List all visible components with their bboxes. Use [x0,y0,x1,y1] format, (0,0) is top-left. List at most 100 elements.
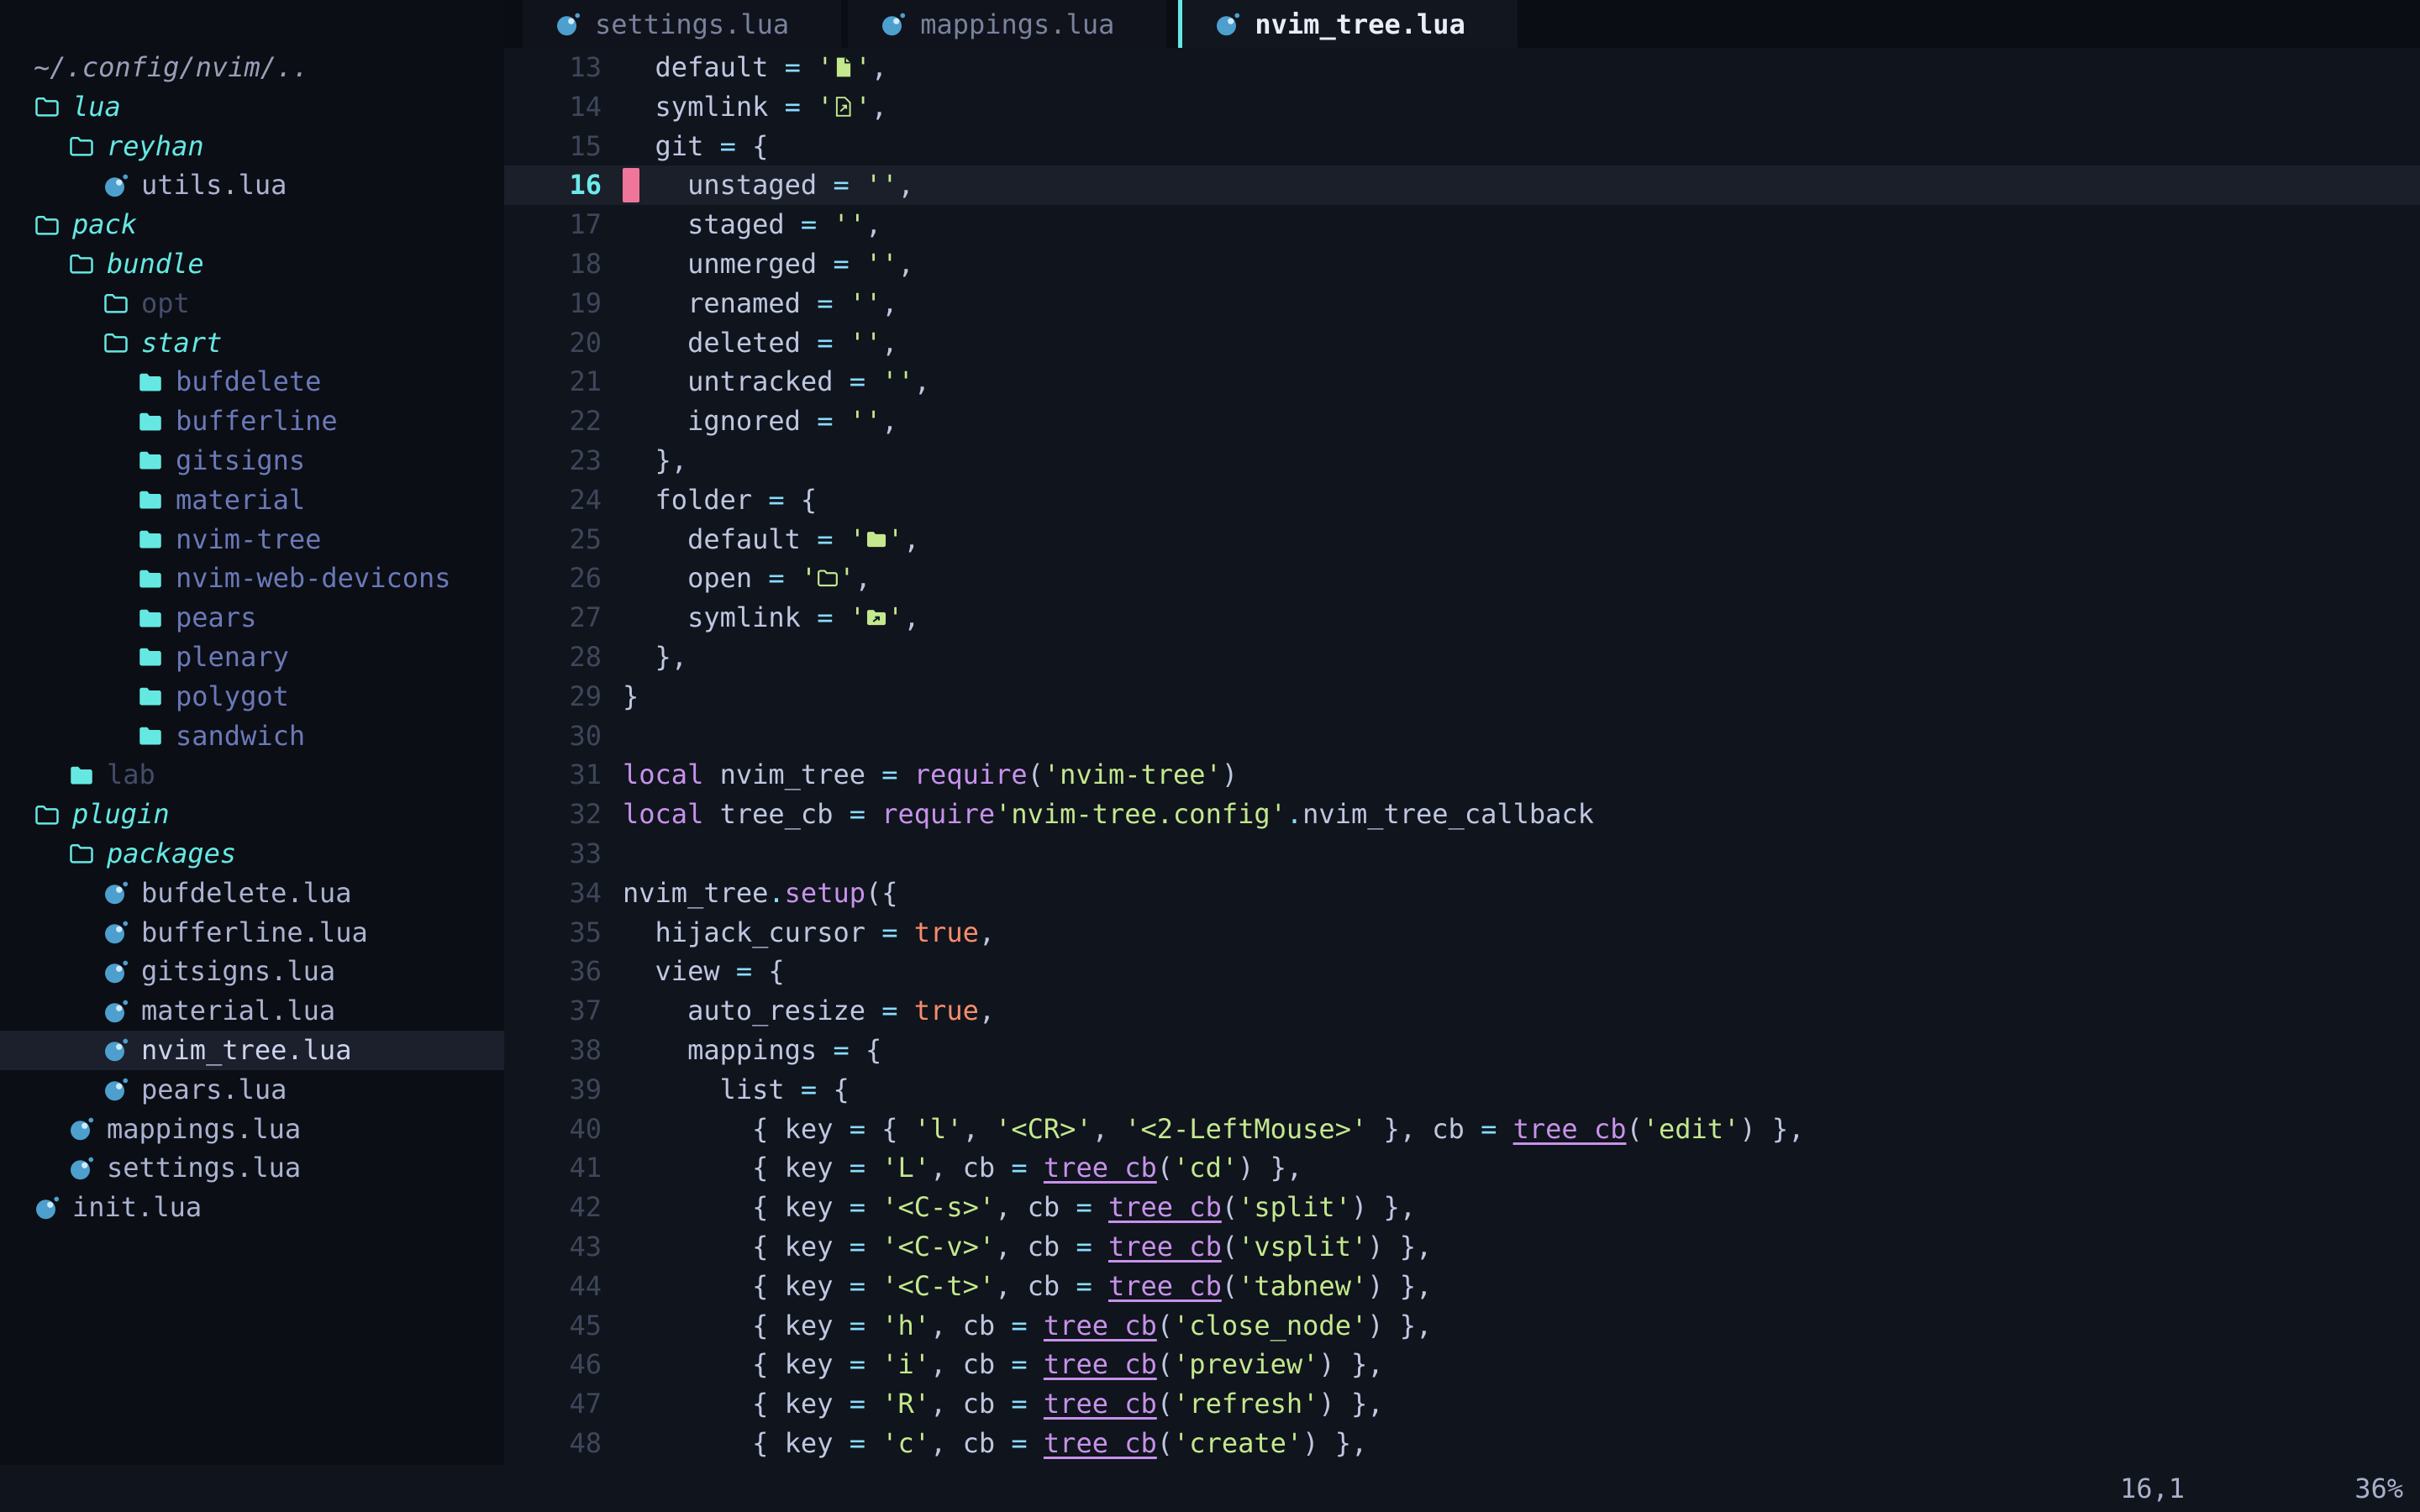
code-line-27[interactable]: 27 symlink = '', [504,598,2420,638]
code-line-24[interactable]: 24 folder = { [504,480,2420,520]
tree-item-start[interactable]: start [0,323,504,363]
line-number: 48 [504,1424,602,1463]
code-line-28[interactable]: 28 }, [504,638,2420,677]
code-line-14[interactable]: 14 symlink = '', [504,87,2420,127]
tab-nvim_tree.lua[interactable]: nvim_tree.lua [1182,0,1517,48]
code-line-30[interactable]: 30 [504,717,2420,756]
code-line-15[interactable]: 15 git = { [504,127,2420,166]
tree-item-utils.lua[interactable]: utils.lua [0,165,504,205]
code-line-19[interactable]: 19 renamed = '', [504,284,2420,323]
tree-item-lab[interactable]: lab [0,755,504,795]
tree-item-.confignvim..[interactable]: ~/.config/nvim/.. [0,48,504,87]
code-line-22[interactable]: 22 ignored = '', [504,402,2420,441]
tree-item-label: start [141,323,222,363]
tree-item-label: lab [107,755,155,795]
tree-item-reyhan[interactable]: reyhan [0,127,504,166]
tree-item-plugin[interactable]: plugin [0,795,504,834]
lua-icon [103,998,129,1025]
code-text: { key = 'L', cb = tree_cb('cd') }, [623,1148,1302,1188]
tree-item-label: packages [107,834,236,874]
code-line-46[interactable]: 46 { key = 'i', cb = tree_cb('preview') … [504,1345,2420,1384]
lua-icon [68,1116,95,1142]
code-line-33[interactable]: 33 [504,834,2420,874]
tree-item-opt[interactable]: opt [0,284,504,323]
code-line-31[interactable]: 31 local nvim_tree = require('nvim-tree') [504,755,2420,795]
tree-item-plenary[interactable]: plenary [0,638,504,677]
tree-item-bufferline.lua[interactable]: bufferline.lua [0,913,504,953]
tree-item-pack[interactable]: pack [0,205,504,244]
tree-item-material[interactable]: material [0,480,504,520]
line-number: 31 [504,755,602,795]
code-line-20[interactable]: 20 deleted = '', [504,323,2420,363]
folder-open-icon [34,93,60,120]
code-buffer[interactable]: 13 default = '',14 symlink = '',15 git =… [504,48,2420,1465]
file-icon [833,55,855,80]
code-line-40[interactable]: 40 { key = { 'l', '<CR>', '<2-LeftMouse>… [504,1110,2420,1149]
tab-settings.lua[interactable]: settings.lua [523,0,841,48]
code-line-42[interactable]: 42 { key = '<C-s>', cb = tree_cb('split'… [504,1188,2420,1227]
tree-item-material.lua[interactable]: material.lua [0,991,504,1031]
code-line-23[interactable]: 23 }, [504,441,2420,480]
code-line-17[interactable]: 17 staged = '', [504,205,2420,244]
tree-item-bufdelete.lua[interactable]: bufdelete.lua [0,874,504,913]
line-number: 18 [504,244,602,284]
code-line-45[interactable]: 45 { key = 'h', cb = tree_cb('close_node… [504,1306,2420,1346]
tree-item-label: bufferline [176,402,338,441]
tree-item-lua[interactable]: lua [0,87,504,127]
code-line-39[interactable]: 39 list = { [504,1070,2420,1110]
tree-item-mappings.lua[interactable]: mappings.lua [0,1110,504,1149]
tree-item-packages[interactable]: packages [0,834,504,874]
code-text: { key = 'i', cb = tree_cb('preview') }, [623,1345,1383,1384]
scroll-percent: 36% [2354,1465,2403,1512]
tree-item-label: material [176,480,305,520]
code-text: local nvim_tree = require('nvim-tree') [623,755,1238,795]
code-line-36[interactable]: 36 view = { [504,952,2420,991]
tree-item-polygot[interactable]: polygot [0,677,504,717]
folder-closed-icon [137,722,164,749]
tree-item-gitsigns.lua[interactable]: gitsigns.lua [0,952,504,991]
code-line-48[interactable]: 48 { key = 'c', cb = tree_cb('create') }… [504,1424,2420,1463]
tab-label: mappings.lua [920,8,1114,40]
code-line-29[interactable]: 29} [504,677,2420,717]
code-line-43[interactable]: 43 { key = '<C-v>', cb = tree_cb('vsplit… [504,1227,2420,1267]
tree-item-bufferline[interactable]: bufferline [0,402,504,441]
tree-item-pears[interactable]: pears [0,598,504,638]
tree-item-bufdelete[interactable]: bufdelete [0,362,504,402]
folder-closed-icon [137,605,164,632]
code-line-13[interactable]: 13 default = '', [504,48,2420,87]
code-line-25[interactable]: 25 default = '', [504,520,2420,559]
tree-item-nvim-web-devicons[interactable]: nvim-web-devicons [0,559,504,598]
ruler-bar: 16,1 36% [0,1465,2420,1512]
code-line-21[interactable]: 21 untracked = '', [504,362,2420,402]
code-text: { key = '<C-v>', cb = tree_cb('vsplit') … [623,1227,1432,1267]
tree-item-bundle[interactable]: bundle [0,244,504,284]
code-line-44[interactable]: 44 { key = '<C-t>', cb = tree_cb('tabnew… [504,1267,2420,1306]
tree-item-gitsigns[interactable]: gitsigns [0,441,504,480]
code-line-35[interactable]: 35 hijack_cursor = true, [504,913,2420,953]
code-line-32[interactable]: 32local tree_cb = require'nvim-tree.conf… [504,795,2420,834]
line-number: 32 [504,795,602,834]
line-number: 17 [504,205,602,244]
code-line-34[interactable]: 34nvim_tree.setup({ [504,874,2420,913]
tree-item-nvim_tree.lua[interactable]: nvim_tree.lua [0,1031,504,1070]
folder-open-icon [103,290,129,317]
line-number: 29 [504,677,602,717]
code-line-18[interactable]: 18 unmerged = '', [504,244,2420,284]
code-text: hijack_cursor = true, [623,913,995,953]
tree-item-sandwich[interactable]: sandwich [0,717,504,756]
code-line-37[interactable]: 37 auto_resize = true, [504,991,2420,1031]
tree-item-init.lua[interactable]: init.lua [0,1188,504,1227]
code-text: nvim_tree.setup({ [623,874,898,913]
code-line-16[interactable]: 16 unstaged = '', [504,165,2420,205]
tree-item-pears.lua[interactable]: pears.lua [0,1070,504,1110]
code-line-41[interactable]: 41 { key = 'L', cb = tree_cb('cd') }, [504,1148,2420,1188]
tree-item-nvim-tree[interactable]: nvim-tree [0,520,504,559]
tree-item-settings.lua[interactable]: settings.lua [0,1148,504,1188]
code-line-26[interactable]: 26 open = '', [504,559,2420,598]
tab-mappings.lua[interactable]: mappings.lua [848,0,1166,48]
code-line-38[interactable]: 38 mappings = { [504,1031,2420,1070]
code-text: staged = '', [623,205,881,244]
code-line-47[interactable]: 47 { key = 'R', cb = tree_cb('refresh') … [504,1384,2420,1424]
folder-closed-icon [137,447,164,474]
line-number: 16 [504,165,602,205]
